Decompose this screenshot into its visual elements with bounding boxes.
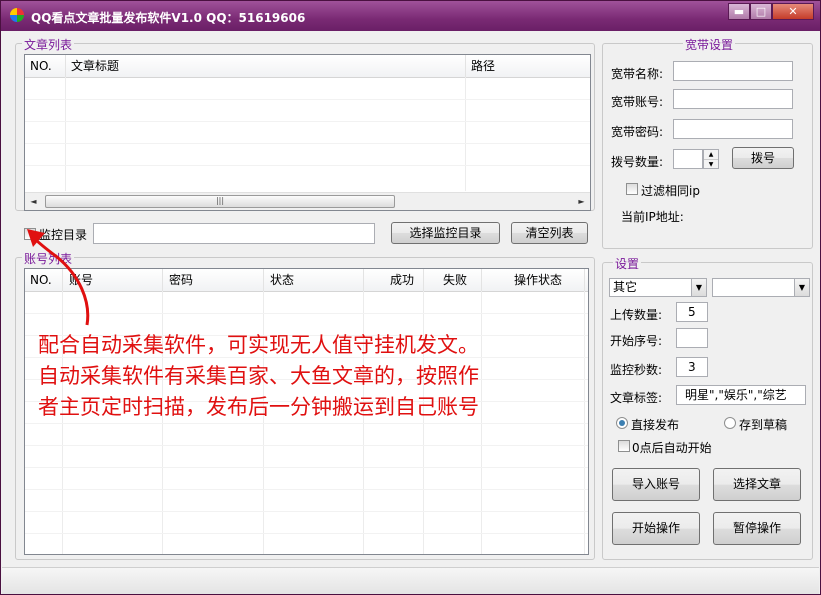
broadband-name-label: 宽带名称: (611, 67, 664, 81)
monitor-path-input[interactable] (93, 223, 375, 244)
select-monitor-dir-button[interactable]: 选择监控目录 (391, 222, 500, 244)
account-col-fail[interactable]: 失败 (424, 269, 482, 291)
subcategory-select[interactable]: ▼ (712, 278, 810, 297)
chevron-down-icon[interactable]: ▼ (691, 279, 706, 296)
broadband-password-input[interactable] (673, 119, 793, 139)
grid-line (25, 467, 588, 468)
article-col-title[interactable]: 文章标题 (66, 55, 466, 77)
article-list-header: NO. 文章标题 路径 (25, 55, 590, 78)
start-button[interactable]: 开始操作 (612, 512, 700, 545)
article-list-hscrollbar[interactable]: ◄ ||| ► (25, 192, 590, 210)
dial-count-input[interactable] (673, 149, 703, 169)
filter-ip-checkbox[interactable] (626, 183, 638, 195)
scroll-left-icon[interactable]: ◄ (25, 193, 42, 210)
broadband-group-title: 宽带设置 (683, 36, 736, 53)
category-select[interactable]: 其它 ▼ (609, 278, 707, 297)
select-article-button[interactable]: 选择文章 (713, 468, 801, 501)
broadband-name-input[interactable] (673, 61, 793, 81)
auto-start-label: 0点后自动开始 (632, 441, 712, 455)
upload-count-input[interactable]: 5 (676, 302, 708, 322)
settings-group-title: 设置 (613, 255, 642, 272)
filter-ip-label: 过滤相同ip (641, 184, 700, 198)
status-bar (2, 567, 819, 594)
broadband-password-label: 宽带密码: (611, 125, 664, 139)
app-window: QQ看点文章批量发布软件V1.0 QQ：51619606 ▬ □ ✕ 文章列表 … (0, 0, 821, 595)
upload-count-label: 上传数量: (610, 308, 663, 322)
grid-line (25, 143, 590, 144)
chevron-down-icon[interactable]: ▼ (794, 279, 809, 296)
annotation-text: 配合自动采集软件，可实现无人值守挂机发文。 自动采集软件有采集百家、大鱼文章的，… (38, 330, 479, 423)
spin-up-icon[interactable]: ▲ (704, 150, 718, 160)
grid-line (25, 489, 588, 490)
start-index-label: 开始序号: (610, 334, 663, 348)
dial-count-spinner[interactable]: ▲ ▼ (703, 149, 719, 169)
account-col-password[interactable]: 密码 (163, 269, 264, 291)
grid-line (25, 445, 588, 446)
grid-line (25, 423, 588, 424)
clear-list-button[interactable]: 清空列表 (511, 222, 588, 244)
broadband-account-label: 宽带账号: (611, 95, 664, 109)
tags-input[interactable]: 明星","娱乐","综艺 (676, 385, 806, 405)
broadband-account-input[interactable] (673, 89, 793, 109)
publish-direct-radio[interactable] (616, 417, 628, 429)
spin-down-icon[interactable]: ▼ (704, 160, 718, 169)
annotation-line: 配合自动采集软件，可实现无人值守挂机发文。 (38, 333, 479, 357)
grid-line (465, 77, 466, 191)
tags-label: 文章标签: (610, 391, 663, 405)
monitor-seconds-label: 监控秒数: (610, 363, 663, 377)
app-logo-icon (10, 8, 24, 22)
minimize-button[interactable]: ▬ (728, 3, 750, 20)
radio-selected-dot (619, 420, 625, 426)
grid-line (25, 99, 590, 100)
import-accounts-button[interactable]: 导入账号 (612, 468, 700, 501)
current-ip-label: 当前IP地址: (621, 210, 684, 224)
article-list-group-title: 文章列表 (22, 36, 75, 53)
dial-button[interactable]: 拨号 (732, 147, 794, 169)
grid-line (25, 533, 588, 534)
account-col-success[interactable]: 成功 (364, 269, 424, 291)
annotation-line: 自动采集软件有采集百家、大鱼文章的，按照作 (38, 364, 479, 388)
article-list-table[interactable]: NO. 文章标题 路径 ◄ ||| ► (24, 54, 591, 211)
scroll-right-icon[interactable]: ► (573, 193, 590, 210)
scroll-thumb[interactable]: ||| (45, 195, 395, 208)
annotation-arrow-icon (27, 229, 90, 326)
account-list-header: NO. 账号 密码 状态 成功 失败 操作状态 (25, 269, 588, 292)
save-draft-radio[interactable] (724, 417, 736, 429)
account-col-op-status[interactable]: 操作状态 (482, 269, 585, 291)
close-button[interactable]: ✕ (772, 3, 814, 20)
article-col-no[interactable]: NO. (25, 55, 66, 77)
title-bar[interactable]: QQ看点文章批量发布软件V1.0 QQ：51619606 ▬ □ ✕ (1, 1, 820, 31)
save-draft-label: 存到草稿 (739, 418, 788, 432)
grid-line (25, 313, 588, 314)
annotation-line: 者主页定时扫描，发布后一分钟搬运到自己账号 (38, 395, 479, 419)
maximize-button[interactable]: □ (750, 3, 772, 20)
dial-count-label: 拨号数量: (611, 155, 664, 169)
grid-line (65, 77, 66, 191)
window-title: QQ看点文章批量发布软件V1.0 QQ：51619606 (31, 11, 306, 25)
pause-button[interactable]: 暂停操作 (713, 512, 801, 545)
article-col-path[interactable]: 路径 (466, 55, 590, 77)
account-col-status[interactable]: 状态 (264, 269, 364, 291)
category-select-value: 其它 (613, 280, 638, 294)
publish-direct-label: 直接发布 (631, 418, 680, 432)
start-index-input[interactable] (676, 328, 708, 348)
grid-line (25, 165, 590, 166)
grid-line (25, 121, 590, 122)
auto-start-checkbox[interactable] (618, 440, 630, 452)
grid-line (25, 511, 588, 512)
monitor-seconds-input[interactable]: 3 (676, 357, 708, 377)
